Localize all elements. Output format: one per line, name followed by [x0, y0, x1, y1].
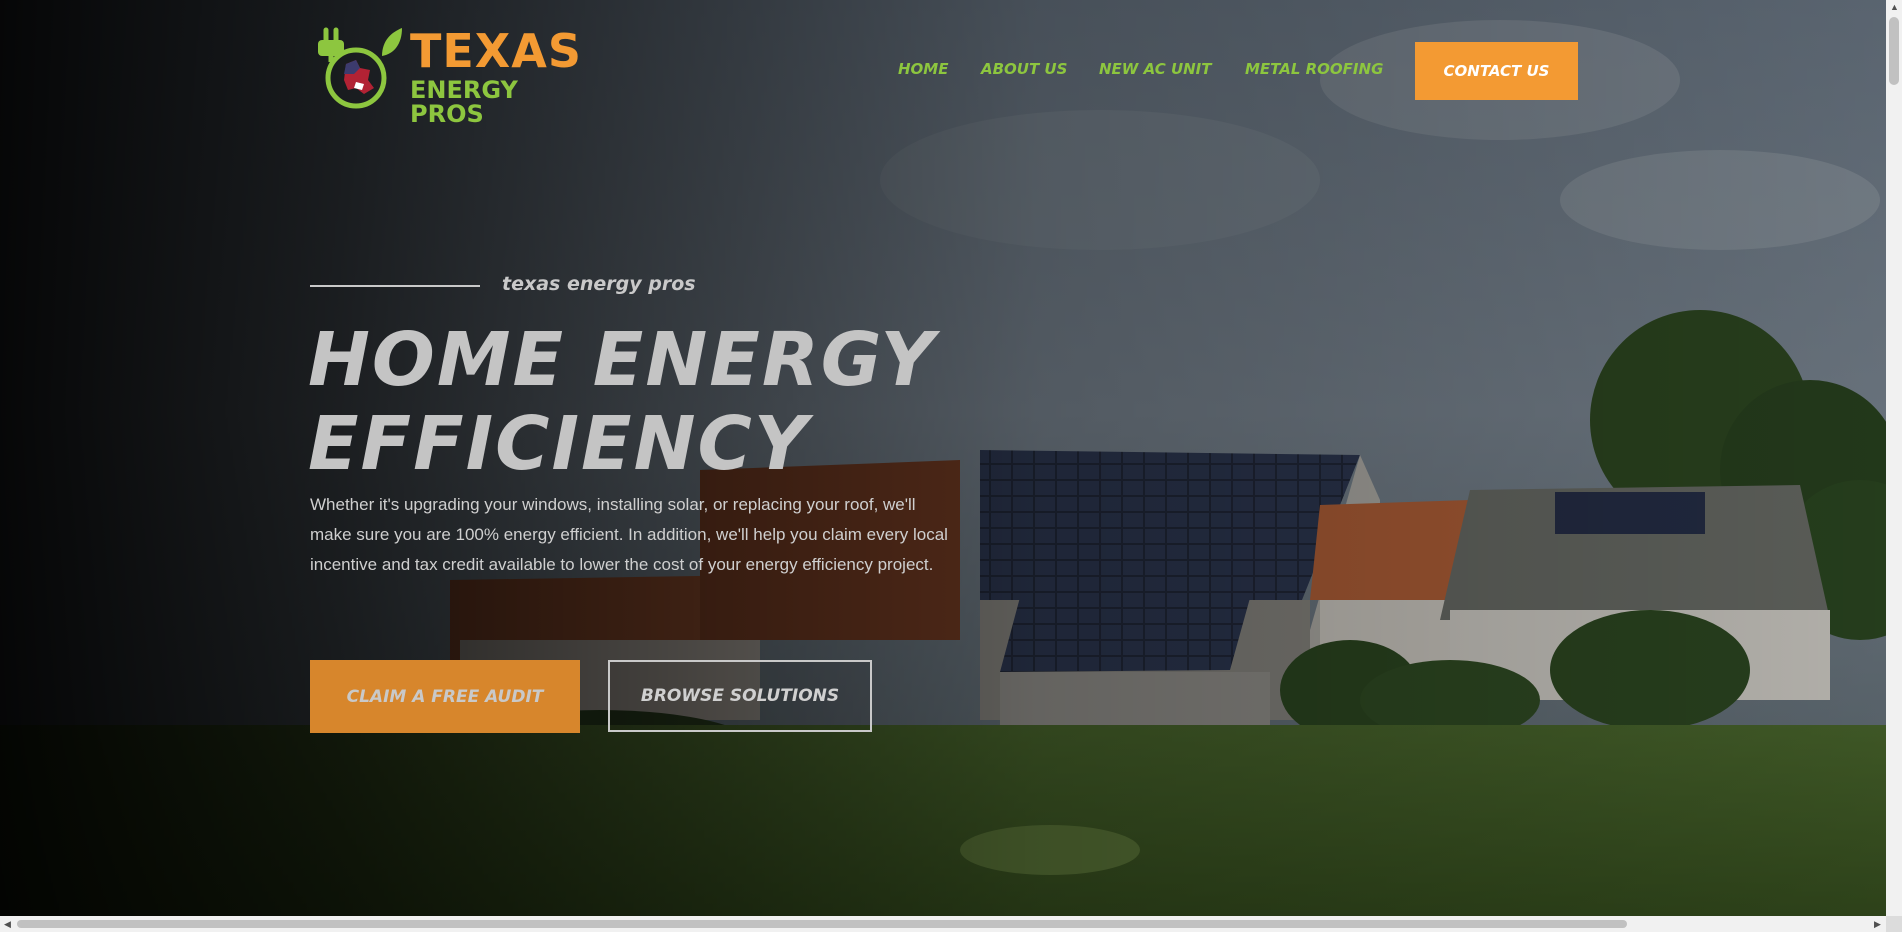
horizontal-scrollbar[interactable]: ◀ ▶: [0, 916, 1886, 932]
nav-link-home[interactable]: HOME: [898, 60, 948, 78]
eyebrow-divider: [310, 285, 480, 287]
viewport: TEXAS ENERGY PROS HOME ABOUT US NEW AC U…: [0, 0, 1886, 916]
scrollbar-corner: [1886, 916, 1902, 932]
browse-solutions-button[interactable]: BROWSE SOLUTIONS: [608, 660, 872, 732]
scroll-left-arrow-icon[interactable]: ◀: [4, 920, 11, 929]
contact-us-button[interactable]: CONTACT US: [1415, 42, 1578, 100]
nav-link-about-us[interactable]: ABOUT US: [981, 60, 1067, 78]
vertical-scrollbar[interactable]: ▲: [1886, 0, 1902, 916]
hero-description: Whether it's upgrading your windows, ins…: [310, 495, 948, 574]
horizontal-scrollbar-thumb[interactable]: [17, 920, 1627, 928]
logo-wordmark-bottom: ENERGY PROS: [410, 76, 518, 128]
claim-free-audit-button[interactable]: CLAIM A FREE AUDIT: [310, 660, 580, 733]
vertical-scrollbar-thumb[interactable]: [1889, 17, 1899, 85]
hero-title-line-2: EFFICIENCY: [308, 401, 810, 487]
hero-title: HOME ENERGY EFFICIENCY: [308, 318, 1008, 486]
scroll-up-arrow-icon[interactable]: ▲: [1890, 3, 1899, 12]
hero-title-line-1: HOME ENERGY: [308, 317, 937, 403]
main-navigation: HOME ABOUT US NEW AC UNIT METAL ROOFING: [0, 60, 1886, 80]
hero-eyebrow: texas energy pros: [502, 273, 696, 295]
scroll-right-arrow-icon[interactable]: ▶: [1874, 920, 1881, 929]
nav-link-metal-roofing[interactable]: METAL ROOFING: [1245, 60, 1383, 78]
nav-link-new-ac-unit[interactable]: NEW AC UNIT: [1099, 60, 1212, 78]
